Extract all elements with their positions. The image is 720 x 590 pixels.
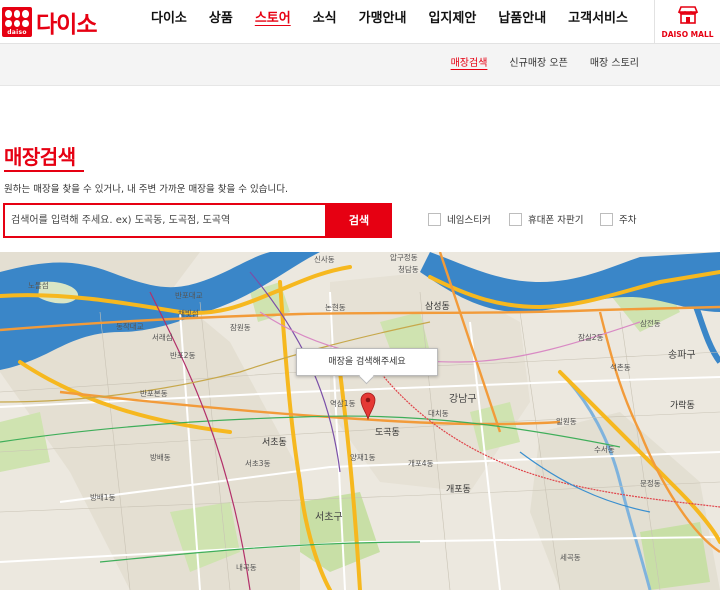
map-label: 양재1동	[350, 453, 376, 462]
subnav-new-store[interactable]: 신규매장 오픈	[498, 44, 578, 84]
filter-name-sticker[interactable]: 네임스티커	[428, 212, 491, 226]
map-label: 청담동	[398, 265, 419, 274]
map-label: 반포본동	[140, 389, 168, 398]
nav-item-news[interactable]: 소식	[302, 0, 348, 44]
page-title: 매장검색	[4, 145, 76, 169]
filter-parking[interactable]: 주차	[600, 212, 636, 226]
daiso-logo[interactable]: daiso 다이소	[2, 5, 97, 39]
map-label: 일원동	[556, 417, 577, 426]
nav-item-daiso[interactable]: 다이소	[140, 0, 198, 44]
map-label: 문정동	[640, 479, 661, 488]
map-label: 수서동	[594, 445, 615, 454]
site-header: daiso 다이소 다이소 상품 스토어 소식 가맹안내 입지제안 납품안내 고…	[0, 0, 720, 44]
map-label: 삼전동	[640, 319, 661, 328]
map-label: 잠실2동	[578, 333, 604, 342]
map-label: 석촌동	[610, 363, 631, 372]
title-underline	[4, 170, 84, 172]
subnav-store-search[interactable]: 매장검색	[440, 44, 499, 84]
sub-nav: 매장검색 신규매장 오픈 매장 스토리	[0, 44, 720, 86]
logo-text: 다이소	[36, 12, 97, 38]
nav-item-customer-service[interactable]: 고객서비스	[557, 0, 639, 44]
map-label: 논현동	[325, 303, 346, 312]
nav-item-store[interactable]: 스토어	[244, 0, 302, 44]
map-label: 내곡동	[236, 563, 257, 572]
logo-mark-icon: daiso	[2, 7, 32, 37]
map-label: 역삼1동	[330, 399, 356, 408]
map-label: 채빛섬	[178, 309, 199, 318]
search-field[interactable]	[3, 203, 327, 238]
store-icon	[677, 6, 698, 24]
map-label: 대치동	[428, 409, 449, 418]
search-input[interactable]	[5, 205, 325, 236]
map-canvas	[0, 252, 720, 590]
map-label: 반포2동	[170, 351, 196, 360]
filter-label: 휴대폰 자판기	[528, 215, 584, 226]
map-label: 송파구	[668, 350, 696, 361]
logo-small-text: daiso	[7, 29, 27, 36]
daiso-mall-link[interactable]: DAISO MALL	[654, 0, 720, 44]
map-label: 개포4동	[408, 459, 434, 468]
map-label: 개포동	[446, 485, 471, 495]
nav-item-location-proposal[interactable]: 입지제안	[417, 0, 487, 44]
map-label: 잠원동	[230, 323, 251, 332]
map-label: 서초동	[262, 438, 287, 448]
checkbox[interactable]	[600, 212, 613, 226]
filter-label: 네임스티커	[447, 215, 491, 226]
map-label: 동작대교	[116, 322, 144, 331]
map-label: 가락동	[670, 401, 695, 411]
map-label: 세곡동	[560, 553, 581, 562]
map-label: 도곡동	[375, 428, 400, 438]
map-label: 신사동	[314, 255, 335, 264]
map-label: 서초구	[315, 512, 343, 523]
nav-item-supply[interactable]: 납품안내	[487, 0, 557, 44]
map-label: 삼성동	[425, 302, 450, 312]
store-map[interactable]: 노들섬 동작대교 반포대교 채빛섬 서래섬 반포2동 반포본동 신사동 압구정동…	[0, 252, 720, 590]
search-button[interactable]: 검색	[326, 203, 392, 238]
map-label: 압구정동	[390, 253, 418, 262]
main-nav: 다이소 상품 스토어 소식 가맹안내 입지제안 납품안내 고객서비스	[140, 0, 639, 44]
nav-item-products[interactable]: 상품	[198, 0, 244, 44]
nav-item-franchise[interactable]: 가맹안내	[348, 0, 418, 44]
map-label: 서래섬	[152, 333, 173, 342]
mall-label: DAISO MALL	[661, 30, 714, 39]
checkbox[interactable]	[509, 212, 522, 226]
map-tooltip: 매장을 검색해주세요	[296, 348, 438, 376]
page-description: 원하는 매장을 찾을 수 있거나, 내 주변 가까운 매장을 찾을 수 있습니다…	[4, 184, 288, 195]
map-label: 반포대교	[175, 291, 203, 300]
map-label: 방배1동	[90, 493, 116, 502]
map-label: 노들섬	[28, 281, 49, 290]
map-label: 강남구	[449, 394, 477, 405]
checkbox[interactable]	[428, 212, 441, 226]
map-label: 서초3동	[245, 459, 271, 468]
filter-phone-vending[interactable]: 휴대폰 자판기	[509, 212, 583, 226]
map-marker-icon[interactable]	[360, 392, 376, 420]
map-label: 방배동	[150, 453, 171, 462]
subnav-store-story[interactable]: 매장 스토리	[579, 44, 650, 84]
filter-label: 주차	[619, 215, 637, 226]
